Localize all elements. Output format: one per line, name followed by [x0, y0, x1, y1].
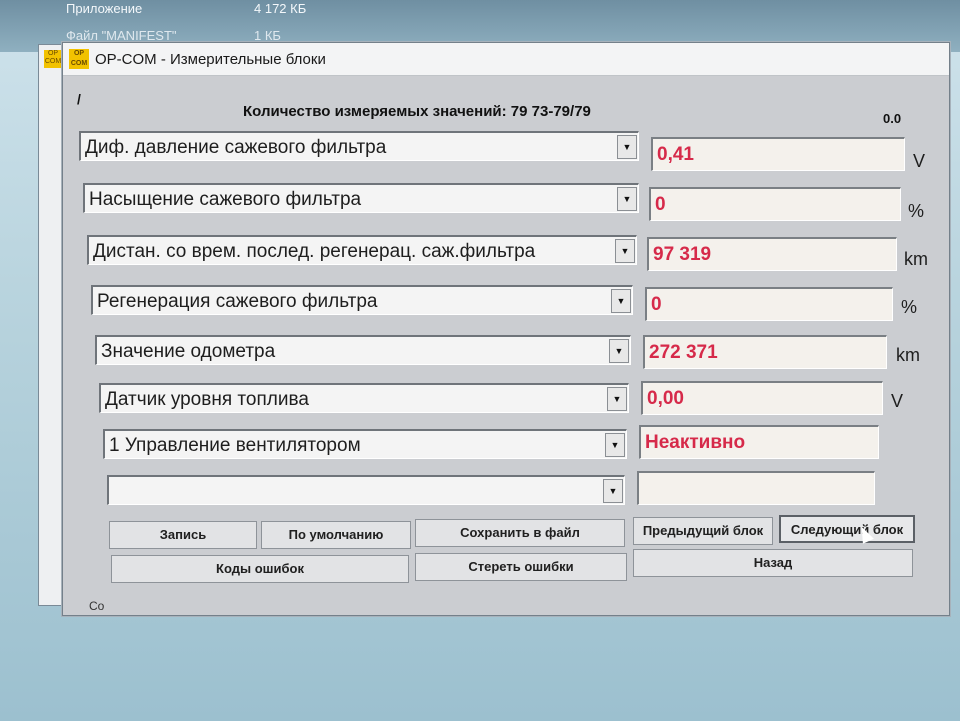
window-title: OP-COM - Измерительные блоки	[95, 51, 326, 68]
parameter-select-7[interactable]: 1 Управление вентилятором ▼	[103, 429, 627, 459]
opcom-measurement-window: OP COM OP-COM - Измерительные блоки / Ко…	[62, 42, 950, 616]
chevron-down-icon[interactable]: ▼	[611, 289, 631, 313]
parameter-value: Неактивно	[645, 432, 746, 453]
chevron-down-icon[interactable]: ▼	[617, 187, 637, 211]
chevron-down-icon[interactable]: ▼	[615, 239, 635, 263]
file-size: 4 172 КБ	[254, 1, 307, 16]
parameter-value: 97 319	[653, 244, 712, 265]
clear-errors-button[interactable]: Стереть ошибки	[415, 553, 627, 581]
next-block-button[interactable]: Следующий блок	[779, 515, 915, 543]
parameter-label: 1 Управление вентилятором	[109, 435, 361, 456]
value-field-2: 0	[649, 187, 901, 221]
unit-label: km	[904, 249, 928, 269]
parameter-value: 0,41	[657, 144, 694, 165]
marker-text: /	[77, 91, 81, 107]
value-field-4: 0	[645, 287, 893, 321]
parameter-select-4[interactable]: Регенерация сажевого фильтра ▼	[91, 285, 633, 315]
unit-label: V	[913, 151, 926, 171]
file-name: Приложение	[66, 1, 143, 16]
file-size: 1 КБ	[254, 28, 281, 43]
parameter-label: Регенерация сажевого фильтра	[97, 291, 378, 312]
file-row-manifest[interactable]: Файл "MANIFEST" 1 КБ	[66, 28, 281, 43]
parameter-label: Насыщение сажевого фильтра	[89, 189, 362, 210]
file-name: Файл "MANIFEST"	[66, 28, 177, 43]
record-button[interactable]: Запись	[109, 521, 257, 549]
value-field-3: 97 319	[647, 237, 897, 271]
parameter-label: Значение одометра	[101, 341, 276, 362]
parameter-select-8[interactable]: ▼	[107, 475, 625, 505]
chevron-down-icon[interactable]: ▼	[605, 433, 625, 457]
chevron-down-icon[interactable]: ▼	[607, 387, 627, 411]
value-field-1: 0,41	[651, 137, 905, 171]
parameter-select-2[interactable]: Насыщение сажевого фильтра ▼	[83, 183, 639, 213]
opcom-app-icon: OP COM	[69, 49, 89, 69]
corner-value: 0.0	[883, 111, 902, 126]
parameter-value: 0	[651, 294, 662, 315]
parameter-label: Дистан. со врем. послед. регенерац. саж.…	[93, 241, 536, 262]
file-row-application[interactable]: Приложение 4 172 КБ	[66, 1, 306, 16]
previous-block-button[interactable]: Предыдущий блок	[633, 517, 773, 545]
opcom-app-icon: OP COM	[44, 50, 62, 68]
value-field-5: 272 371	[643, 335, 887, 369]
default-button[interactable]: По умолчанию	[261, 521, 411, 549]
chevron-down-icon[interactable]: ▼	[609, 339, 629, 363]
measured-values-count: Количество измеряемых значений: 79 73-79…	[243, 103, 591, 120]
parameter-select-6[interactable]: Датчик уровня топлива ▼	[99, 383, 629, 413]
parameter-label: Датчик уровня топлива	[105, 389, 309, 410]
parameter-value: 272 371	[649, 342, 718, 363]
status-bar-text: Co	[89, 599, 105, 613]
value-field-7: Неактивно	[639, 425, 879, 459]
error-codes-button[interactable]: Коды ошибок	[111, 555, 409, 583]
parameter-select-3[interactable]: Дистан. со врем. послед. регенерац. саж.…	[87, 235, 637, 265]
value-field-8	[637, 471, 875, 505]
save-to-file-button[interactable]: Сохранить в файл	[415, 519, 625, 547]
unit-label: V	[891, 391, 904, 411]
value-field-6: 0,00	[641, 381, 883, 415]
unit-label: km	[896, 345, 920, 365]
parameter-select-1[interactable]: Диф. давление сажевого фильтра ▼	[79, 131, 639, 161]
parameter-value: 0	[655, 194, 666, 215]
parameter-label: Диф. давление сажевого фильтра	[85, 137, 387, 158]
parameter-value: 0,00	[647, 388, 684, 409]
unit-label: %	[901, 297, 918, 317]
title-bar[interactable]: OP COM OP-COM - Измерительные блоки	[63, 43, 949, 76]
parameter-select-5[interactable]: Значение одометра ▼	[95, 335, 631, 365]
back-button[interactable]: Назад	[633, 549, 913, 577]
chevron-down-icon[interactable]: ▼	[603, 479, 623, 503]
chevron-down-icon[interactable]: ▼	[617, 135, 637, 159]
unit-label: %	[908, 201, 925, 221]
